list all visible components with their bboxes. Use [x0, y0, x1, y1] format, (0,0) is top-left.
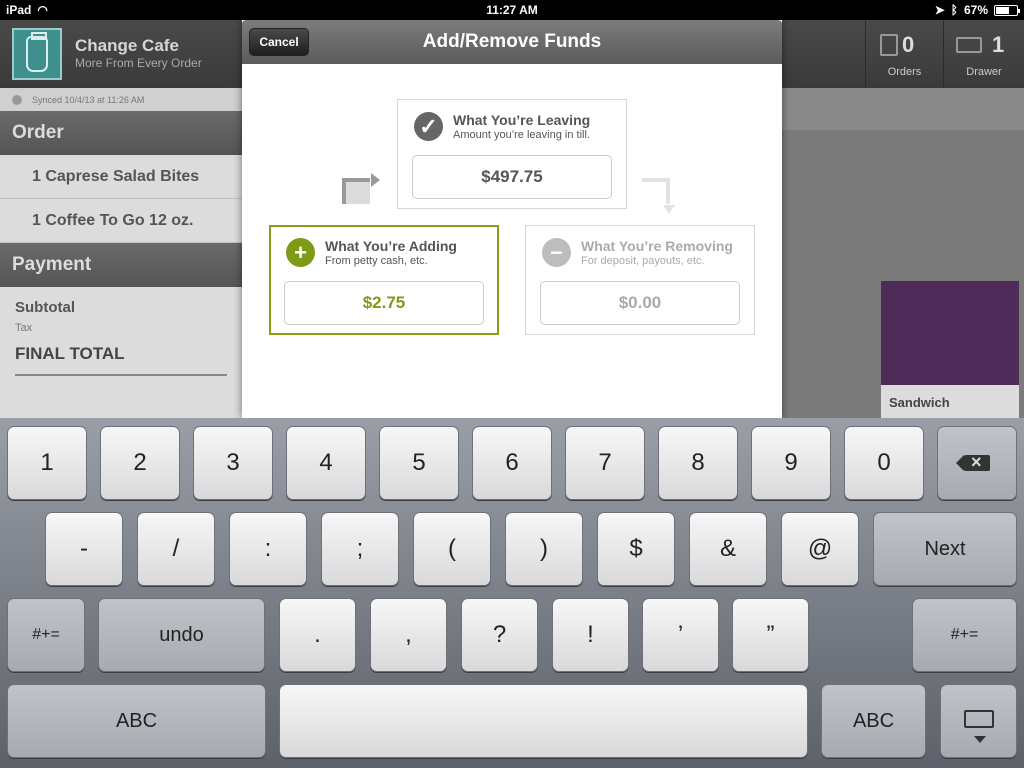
backspace-key[interactable]	[937, 426, 1017, 500]
totals: Subtotal Tax FINAL TOTAL	[0, 287, 242, 376]
adding-subtitle: From petty cash, etc.	[325, 255, 428, 267]
space-key[interactable]	[279, 684, 808, 758]
adding-card[interactable]: + What You’re Adding From petty cash, et…	[269, 225, 499, 335]
app-subtitle: More From Every Order	[75, 56, 202, 70]
removing-subtitle: For deposit, payouts, etc.	[581, 255, 705, 267]
key-2[interactable]: 2	[100, 426, 180, 500]
checkmark-icon: ✓	[414, 112, 443, 141]
removing-amount-field[interactable]: $0.00	[540, 281, 740, 325]
symbols-key-right[interactable]: #+=	[912, 598, 1017, 672]
orders-label: Orders	[887, 66, 922, 78]
clock: 11:27 AM	[486, 3, 538, 17]
next-key[interactable]: Next	[873, 512, 1017, 586]
cash-drawer-icon	[956, 37, 982, 53]
key-4[interactable]: 4	[286, 426, 366, 500]
adding-title: What You’re Adding	[325, 238, 457, 254]
tax-label: Tax	[15, 322, 33, 334]
key-8[interactable]: 8	[658, 426, 738, 500]
product-tile-sandwich[interactable]: Sandwich	[881, 281, 1019, 418]
drawer-label: Drawer	[966, 66, 1002, 78]
payment-header: Payment	[0, 243, 242, 287]
sync-check-icon	[12, 95, 22, 105]
key-0[interactable]: 0	[844, 426, 924, 500]
app-logo	[12, 28, 62, 80]
key-quote[interactable]: ”	[732, 598, 809, 672]
plus-icon: +	[286, 238, 315, 267]
key-question[interactable]: ?	[461, 598, 538, 672]
order-item[interactable]: 1 Coffee To Go 12 oz.	[0, 199, 242, 243]
hide-keyboard-key[interactable]	[940, 684, 1017, 758]
product-tile-color	[881, 281, 1019, 385]
abc-key-right[interactable]: ABC	[821, 684, 926, 758]
key-period[interactable]: .	[279, 598, 356, 672]
key-5[interactable]: 5	[379, 426, 459, 500]
orders-icon	[880, 34, 898, 56]
dialog-header: Cancel Add/Remove Funds	[242, 20, 782, 64]
add-remove-funds-dialog: Cancel Add/Remove Funds ✓ What You’re Le…	[242, 20, 782, 418]
key-colon[interactable]: :	[229, 512, 307, 586]
undo-key[interactable]: undo	[98, 598, 265, 672]
bluetooth-icon: ᛒ	[950, 3, 958, 17]
drawer-count: 1	[992, 32, 1005, 57]
key-dollar[interactable]: $	[597, 512, 675, 586]
arrow-up-right-icon	[342, 173, 380, 204]
leaving-amount-field[interactable]: $497.75	[412, 155, 612, 199]
final-total-label: FINAL TOTAL	[15, 344, 227, 376]
symbols-key-left[interactable]: #+=	[7, 598, 85, 672]
key-semicolon[interactable]: ;	[321, 512, 399, 586]
orders-count: 0	[902, 32, 915, 57]
subtotal-label: Subtotal	[15, 299, 75, 316]
key-7[interactable]: 7	[565, 426, 645, 500]
order-header: Order	[0, 111, 242, 155]
key-6[interactable]: 6	[472, 426, 552, 500]
sync-text: Synced 10/4/13 at 11:26 AM	[32, 95, 145, 105]
key-9[interactable]: 9	[751, 426, 831, 500]
key-1[interactable]: 1	[7, 426, 87, 500]
jar-icon	[26, 32, 48, 72]
product-toolbar	[782, 88, 1024, 130]
abc-key-left[interactable]: ABC	[7, 684, 266, 758]
order-panel: Synced 10/4/13 at 11:26 AM Order 1 Capre…	[0, 88, 242, 418]
adding-amount-field[interactable]: $2.75	[284, 281, 484, 325]
numeric-keyboard: 1 2 3 4 5 6 7 8 9 0 - / : ; ( ) $ & @ Ne…	[0, 418, 1024, 768]
key-comma[interactable]: ,	[370, 598, 447, 672]
minus-icon: −	[542, 238, 571, 267]
key-dash[interactable]: -	[45, 512, 123, 586]
app-title: Change Cafe	[75, 36, 179, 55]
drawer-button[interactable]: 1 Drawer	[943, 20, 1024, 88]
key-close-paren[interactable]: )	[505, 512, 583, 586]
key-ampersand[interactable]: &	[689, 512, 767, 586]
key-at[interactable]: @	[781, 512, 859, 586]
arrow-down-right-icon	[642, 178, 675, 214]
key-apostrophe[interactable]: ’	[642, 598, 719, 672]
key-slash[interactable]: /	[137, 512, 215, 586]
orders-button[interactable]: 0 Orders	[865, 20, 943, 88]
location-icon: ➤	[934, 3, 945, 17]
leaving-title: What You’re Leaving	[453, 112, 591, 128]
removing-title: What You’re Removing	[581, 238, 733, 254]
key-3[interactable]: 3	[193, 426, 273, 500]
order-item[interactable]: 1 Caprese Salad Bites	[0, 155, 242, 199]
leaving-subtitle: Amount you’re leaving in till.	[453, 129, 590, 141]
battery-icon	[994, 4, 1020, 16]
status-bar: iPad ◠ 11:27 AM ➤ ᛒ 67%	[0, 0, 1024, 20]
keyboard-dismiss-icon	[963, 710, 994, 743]
removing-card[interactable]: − What You’re Removing For deposit, payo…	[525, 225, 755, 335]
backspace-icon	[956, 452, 990, 472]
battery-percent: 67%	[963, 3, 988, 17]
key-exclamation[interactable]: !	[552, 598, 629, 672]
leaving-card[interactable]: ✓ What You’re Leaving Amount you’re leav…	[397, 99, 627, 209]
key-open-paren[interactable]: (	[413, 512, 491, 586]
dialog-title: Add/Remove Funds	[422, 31, 602, 52]
sync-status: Synced 10/4/13 at 11:26 AM	[0, 88, 242, 111]
product-tile-label: Sandwich	[889, 395, 950, 410]
